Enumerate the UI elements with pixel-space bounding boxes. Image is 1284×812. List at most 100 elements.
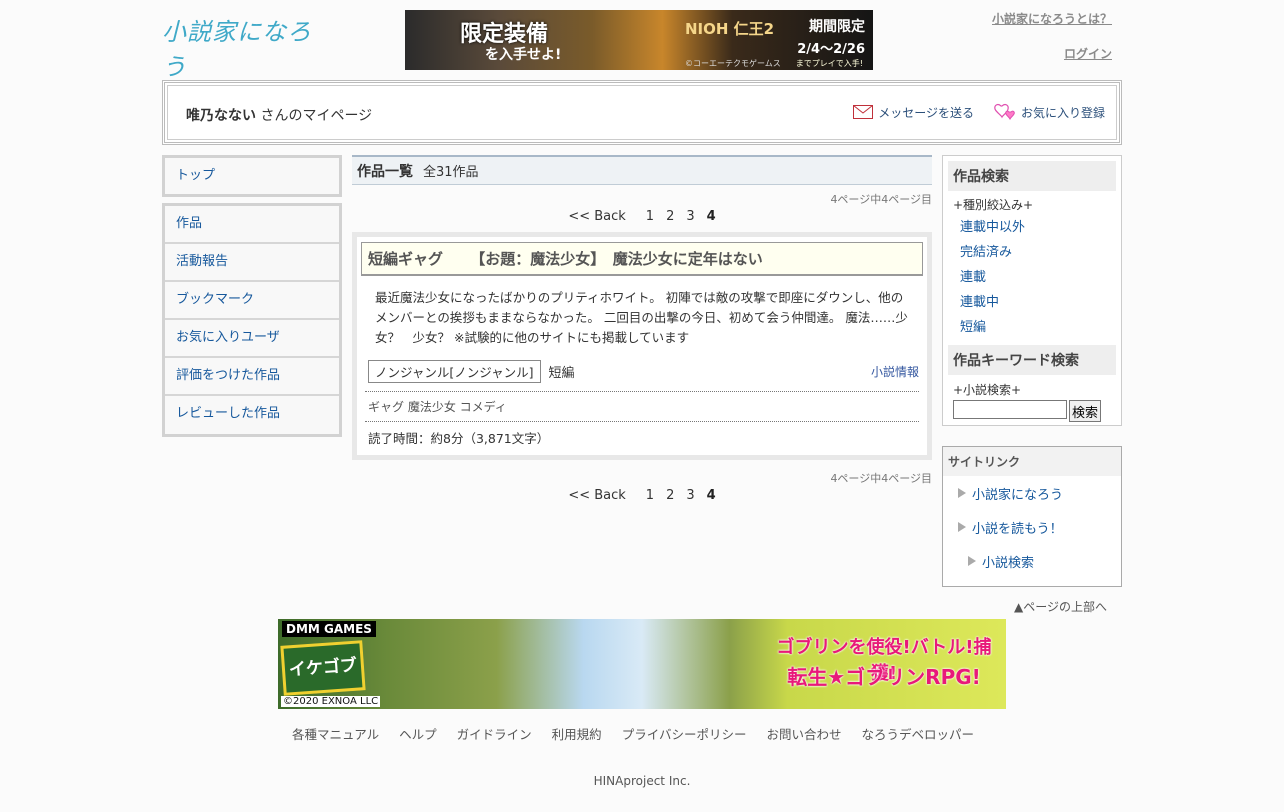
right-column: 作品検索 +種別絞込み+ 連載中以外 完結済み 連載 連載中 短編 作品キーワー… — [942, 155, 1122, 587]
nav-item-reviewed-works[interactable]: レビューした作品 — [165, 396, 339, 434]
triangle-right-icon — [968, 556, 976, 566]
send-message-label: メッセージを送る — [878, 105, 974, 120]
sitelink-yomou[interactable]: 小説を読もう！ — [943, 510, 1121, 544]
left-navigation: トップ 作品 活動報告 ブックマーク お気に入りユーザ 評価をつけた作品 レビュ… — [162, 155, 342, 437]
login-link[interactable]: ログイン — [1064, 45, 1112, 62]
footer-link-terms[interactable]: 利用規約 — [552, 724, 602, 743]
pager-back-link[interactable]: << Back — [568, 488, 625, 506]
work-card: 短編ギャグ 【お題：魔法少女】 魔法少女に定年はない 最近魔法少女になったばかり… — [352, 232, 932, 460]
nav-item-favorite-users[interactable]: お気に入りユーザ — [165, 320, 339, 358]
nav-item-bookmarks[interactable]: ブックマーク — [165, 282, 339, 320]
site-links-heading: サイトリンク — [943, 447, 1121, 476]
envelope-icon — [853, 105, 874, 119]
work-meta: ノンジャンル[ノンジャンル] 短編 小説情報 — [361, 348, 923, 383]
banner-subline: を入手せよ! — [485, 47, 562, 63]
keyword-search-heading: 作品キーワード検索 — [948, 345, 1116, 375]
add-favorite-button[interactable]: お気に入り登録 — [994, 103, 1105, 121]
work-title-bar: 短編ギャグ 【お題：魔法少女】 魔法少女に定年はない — [361, 242, 923, 276]
sitelink-novel-search[interactable]: 小説検索 — [943, 544, 1121, 578]
pager-current-page: 4 — [706, 209, 716, 224]
pager-top: << Back 1 2 3 4 — [352, 209, 932, 227]
banner-play-note: までプレイで入手! — [795, 59, 863, 68]
work-search-heading: 作品検索 — [948, 161, 1116, 191]
work-card-inner: 短編ギャグ 【お題：魔法少女】 魔法少女に定年はない 最近魔法少女になったばかり… — [357, 237, 927, 455]
add-favorite-label: お気に入り登録 — [1020, 105, 1105, 120]
work-genre-label: 短編ギャグ — [368, 250, 444, 268]
banner-period-label: 期間限定 — [809, 19, 865, 35]
sitelink-narou-label: 小説家になろう — [972, 487, 1064, 503]
bottom-banner-logo: イケゴブ — [280, 640, 366, 696]
filter-option-short[interactable]: 短編 — [948, 315, 1116, 340]
works-list-title: 作品一覧 — [357, 163, 413, 180]
novel-info-link[interactable]: 小説情報 — [871, 363, 919, 380]
footer-link-guideline[interactable]: ガイドライン — [457, 724, 532, 743]
work-type: 短編 — [548, 366, 575, 381]
main-content: 作品一覧 全31作品 4ページ中4ページ目 << Back 1 2 3 4 短編… — [352, 155, 932, 506]
sitelink-yomou-label: 小説を読もう！ — [972, 521, 1063, 537]
site-logo[interactable]: 小説家になろう — [162, 12, 332, 81]
work-read-time: 読了時間：約8分（3,871文字） — [365, 421, 919, 453]
sitelink-novel-search-label: 小説検索 — [982, 555, 1035, 571]
page-top-link[interactable]: ▲ページの上部へ — [1014, 598, 1107, 615]
page-info-top: 4ページ中4ページ目 — [830, 193, 932, 206]
pager-page-1[interactable]: 1 — [646, 488, 654, 506]
type-filter-label: +種別絞込み+ — [953, 198, 1034, 212]
keyword-search-input[interactable] — [953, 400, 1067, 419]
works-count: 全31作品 — [423, 165, 479, 180]
pager-current-page: 4 — [706, 488, 716, 503]
work-search-box: 作品検索 +種別絞込み+ 連載中以外 完結済み 連載 連載中 短編 作品キーワー… — [942, 155, 1122, 426]
keyword-search-row: 検索 — [948, 400, 1116, 422]
bottom-ad-banner[interactable]: DMM GAMES イケゴブ ©2020 EXNOA LLC ゴブリンを使役!バ… — [278, 619, 1006, 709]
pager-page-2[interactable]: 2 — [666, 209, 674, 227]
bottom-banner-tagline-2: 転生★ゴブリンRPG! — [787, 665, 981, 689]
pager-page-2[interactable]: 2 — [666, 488, 674, 506]
search-button[interactable]: 検索 — [1069, 400, 1102, 422]
pager-bottom: << Back 1 2 3 4 — [352, 488, 932, 506]
pager-page-3[interactable]: 3 — [686, 488, 694, 506]
user-bar: 唯乃なない さんのマイページ メッセージを送る お気に入り登録 — [162, 80, 1122, 145]
footer-link-contact[interactable]: お問い合わせ — [766, 724, 841, 743]
send-message-button[interactable]: メッセージを送る — [853, 103, 974, 121]
user-actions: メッセージを送る お気に入り登録 — [853, 103, 1105, 121]
footer-link-privacy[interactable]: プライバシーポリシー — [622, 724, 747, 743]
footer-link-help[interactable]: ヘルプ — [399, 724, 437, 743]
site-links-box: サイトリンク 小説家になろう 小説を読もう！ 小説検索 — [942, 446, 1122, 587]
footer-link-manual[interactable]: 各種マニュアル — [292, 724, 379, 743]
footer-link-developer[interactable]: なろうデベロッパー — [861, 724, 974, 743]
about-link[interactable]: 小説家になろうとは？ — [992, 10, 1112, 27]
nav-item-activity-report[interactable]: 活動報告 — [165, 244, 339, 282]
filter-option-not-ongoing[interactable]: 連載中以外 — [948, 215, 1116, 240]
filter-option-serial[interactable]: 連載 — [948, 265, 1116, 290]
sitelink-narou[interactable]: 小説家になろう — [943, 476, 1121, 510]
nav-top-box: トップ — [162, 155, 342, 197]
banner-game: NIOH 仁王2 — [685, 20, 775, 38]
pager-back-link[interactable]: << Back — [568, 209, 625, 227]
nav-item-works[interactable]: 作品 — [165, 206, 339, 244]
footer-links: 各種マニュアル ヘルプ ガイドライン 利用規約 プライバシーポリシー お問い合わ… — [292, 724, 974, 743]
filter-option-completed[interactable]: 完結済み — [948, 240, 1116, 265]
top-ad-banner[interactable]: 限定装備 を入手せよ! NIOH 仁王2 期間限定 2/4～2/26 までプレイ… — [405, 10, 873, 70]
username: 唯乃なない — [186, 108, 256, 124]
bottom-banner-brand: DMM GAMES — [282, 621, 376, 637]
site-logo-text: 小説家になろう — [162, 18, 312, 81]
user-heading: 唯乃なない さんのマイページ — [186, 105, 372, 125]
work-description: 最近魔法少女になったばかりのプリティホワイト。 初陣では敵の攻撃で即座にダウンし… — [375, 290, 908, 345]
footer-copyright: HINAproject Inc. — [593, 774, 691, 788]
triangle-right-icon — [958, 522, 966, 532]
pager-page-3[interactable]: 3 — [686, 209, 694, 227]
banner-period: 2/4～2/26 — [797, 42, 865, 57]
works-list-header: 作品一覧 全31作品 — [352, 155, 932, 185]
filter-option-ongoing[interactable]: 連載中 — [948, 290, 1116, 315]
nav-item-top[interactable]: トップ — [165, 158, 339, 194]
heart-icon — [994, 103, 1015, 121]
bottom-banner-copyright: ©2020 EXNOA LLC — [281, 696, 381, 707]
mypage-suffix: さんのマイページ — [260, 108, 373, 124]
nav-item-rated-works[interactable]: 評価をつけた作品 — [165, 358, 339, 396]
work-title-link[interactable]: 【お題：魔法少女】 魔法少女に定年はない — [470, 250, 763, 268]
banner-copyright: ©コーエーテクモゲームス — [685, 59, 781, 68]
pager-page-1[interactable]: 1 — [646, 209, 654, 227]
nav-menu-box: 作品 活動報告 ブックマーク お気に入りユーザ 評価をつけた作品 レビューした作… — [162, 203, 342, 437]
work-tags: ギャグ 魔法少女 コメディ — [365, 391, 919, 421]
keyword-search-label: +小説検索+ — [953, 383, 1022, 397]
page-info-bottom: 4ページ中4ページ目 — [830, 472, 932, 485]
